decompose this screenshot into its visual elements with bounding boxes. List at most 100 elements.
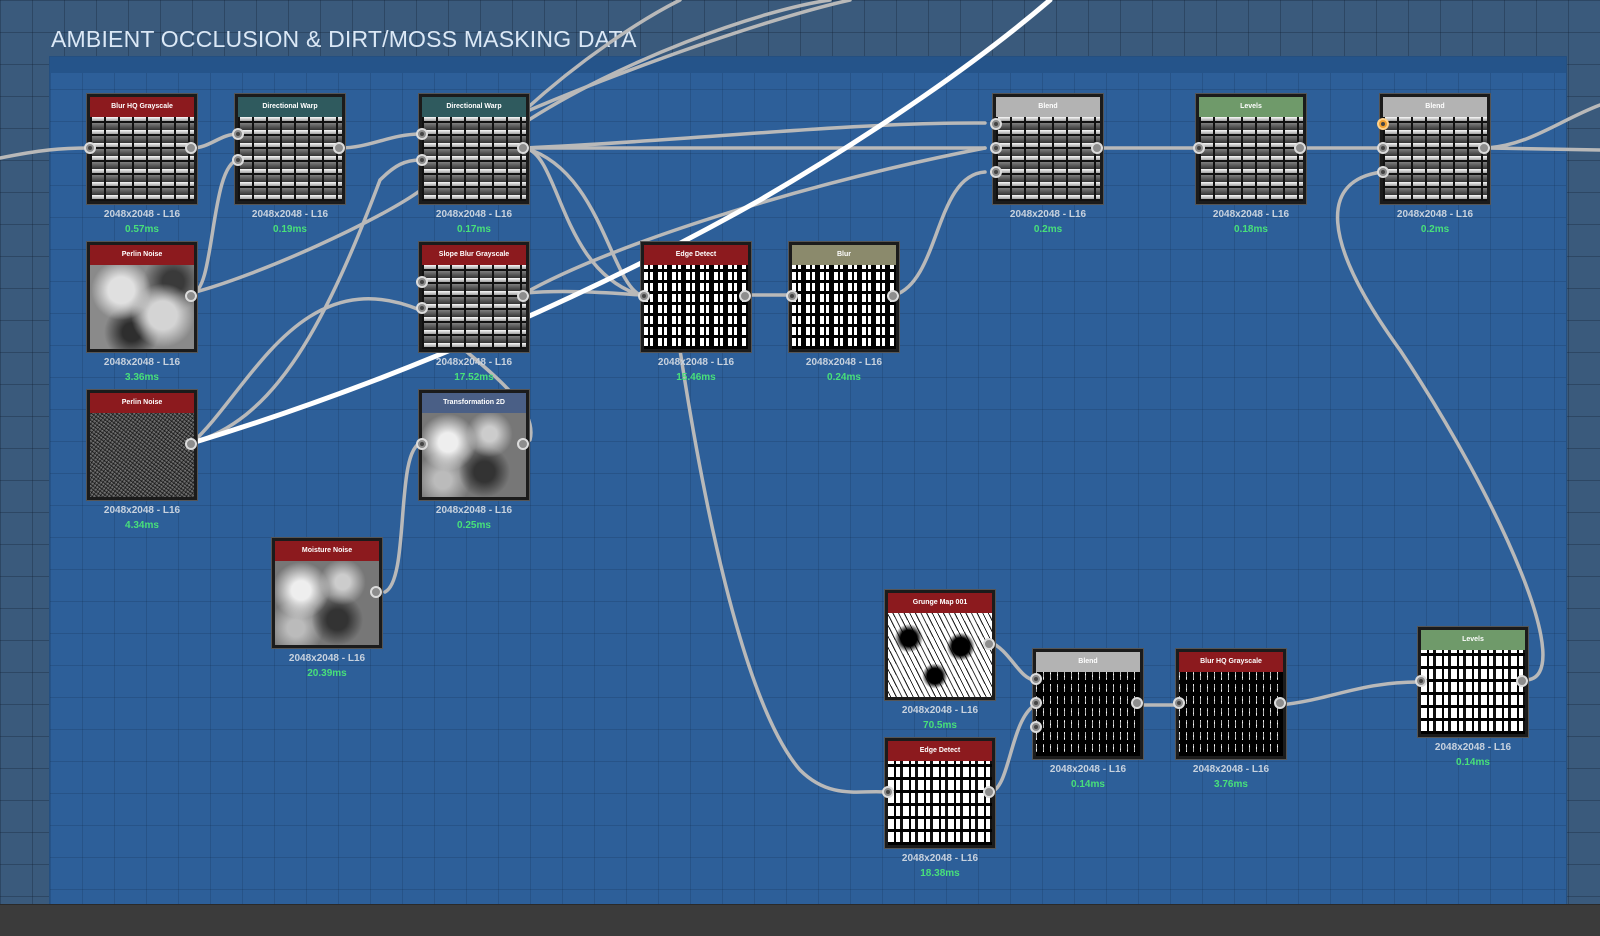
node-edge-detect[interactable]: Edge Detect 2048x2048 - L16 15.46ms (638, 242, 751, 383)
node-title: Levels (1199, 97, 1303, 117)
output-port[interactable] (333, 142, 345, 154)
node-thumbnail (1179, 672, 1283, 756)
node-resolution: 2048x2048 - L16 (435, 209, 513, 220)
output-port[interactable] (1478, 142, 1490, 154)
node-resolution: 2048x2048 - L16 (288, 653, 366, 664)
node-timing: 0.18ms (1234, 224, 1268, 235)
node-title: Moisture Noise (275, 541, 379, 561)
node-perlin-noise[interactable]: Perlin Noise 2048x2048 - L16 3.36ms (87, 242, 197, 383)
node-timing: 17.52ms (454, 372, 494, 383)
wire (988, 640, 1037, 682)
node-title: Blur (792, 245, 896, 265)
node-resolution: 2048x2048 - L16 (1049, 764, 1127, 775)
node-timing: 0.25ms (457, 520, 491, 531)
node-timing: 70.5ms (923, 720, 957, 731)
input-port[interactable] (1415, 675, 1427, 687)
node-thumbnail (422, 265, 526, 349)
wire (523, 146, 987, 295)
node-edge-detect[interactable]: Edge Detect 2048x2048 - L16 18.38ms (882, 738, 995, 879)
node-perlin-noise[interactable]: Perlin Noise 2048x2048 - L16 4.34ms (87, 390, 197, 531)
node-thumbnail (422, 413, 526, 497)
output-port[interactable] (185, 290, 197, 302)
input-port[interactable] (416, 154, 428, 166)
node-thumbnail (90, 265, 194, 349)
output-port[interactable] (185, 142, 197, 154)
output-port[interactable] (1294, 142, 1306, 154)
node-timing: 0.19ms (273, 224, 307, 235)
node-thumbnail (888, 761, 992, 845)
output-port[interactable] (517, 142, 529, 154)
input-port[interactable] (1030, 721, 1042, 733)
input-port[interactable] (1173, 697, 1185, 709)
input-port[interactable] (232, 154, 244, 166)
node-resolution: 2048x2048 - L16 (901, 853, 979, 864)
output-port[interactable] (517, 438, 529, 450)
input-port[interactable] (1193, 142, 1205, 154)
input-port[interactable] (84, 142, 96, 154)
node-title: Blend (1036, 652, 1140, 672)
input-port[interactable] (990, 118, 1002, 130)
wire (190, 132, 240, 150)
node-timing: 20.39ms (307, 668, 347, 679)
node-resolution: 2048x2048 - L16 (1009, 209, 1087, 220)
node-timing: 0.14ms (1456, 757, 1490, 768)
node-resolution: 2048x2048 - L16 (1396, 209, 1474, 220)
node-thumbnail (1036, 672, 1140, 756)
input-port[interactable] (882, 786, 894, 798)
output-port[interactable] (887, 290, 899, 302)
input-port[interactable] (416, 276, 428, 288)
node-timing: 4.34ms (125, 520, 159, 531)
input-port[interactable] (416, 438, 428, 450)
output-port[interactable] (517, 290, 529, 302)
output-port[interactable] (983, 786, 995, 798)
node-thumbnail (1199, 117, 1303, 201)
node-moisture-noise[interactable]: Moisture Noise 2048x2048 - L16 20.39ms (272, 538, 382, 679)
input-port[interactable] (990, 142, 1002, 154)
node-thumbnail (90, 117, 194, 201)
input-port[interactable] (416, 302, 428, 314)
node-thumbnail (238, 117, 342, 201)
node-directional-warp[interactable]: Directional Warp 2048x2048 - L16 0.17ms (416, 94, 529, 235)
node-grunge-map-001[interactable]: Grunge Map 001 2048x2048 - L16 70.5ms (885, 590, 995, 731)
wire (523, 121, 987, 150)
output-port[interactable] (1274, 697, 1286, 709)
node-directional-warp[interactable]: Directional Warp 2048x2048 - L16 0.19ms (232, 94, 345, 235)
node-title: Levels (1421, 630, 1525, 650)
input-port[interactable] (416, 128, 428, 140)
node-blend[interactable]: Blend 2048x2048 - L16 0.14ms (1030, 649, 1143, 790)
node-blend[interactable]: Blend 2048x2048 - L16 0.2ms (1377, 94, 1490, 235)
node-resolution: 2048x2048 - L16 (1434, 742, 1512, 753)
input-port[interactable] (1030, 697, 1042, 709)
input-port[interactable] (1377, 142, 1389, 154)
node-thumbnail (644, 265, 748, 349)
output-port[interactable] (185, 438, 197, 450)
node-blur[interactable]: Blur 2048x2048 - L16 0.24ms (786, 242, 899, 383)
node-resolution: 2048x2048 - L16 (1212, 209, 1290, 220)
node-blur-hq-grayscale[interactable]: Blur HQ Grayscale 2048x2048 - L16 0.57ms (84, 94, 197, 235)
node-slope-blur-grayscale[interactable]: Slope Blur Grayscale 2048x2048 - L16 17.… (416, 242, 529, 383)
output-port[interactable] (983, 638, 995, 650)
input-port[interactable] (232, 128, 244, 140)
wire (1335, 170, 1545, 682)
node-levels[interactable]: Levels 2048x2048 - L16 0.14ms (1415, 627, 1528, 768)
output-port[interactable] (1516, 675, 1528, 687)
wire (1485, 146, 1600, 152)
output-port[interactable] (370, 586, 382, 598)
node-thumbnail (275, 561, 379, 645)
output-port[interactable] (739, 290, 751, 302)
node-title: Blend (1383, 97, 1487, 117)
node-resolution: 2048x2048 - L16 (657, 357, 735, 368)
node-thumbnail (90, 413, 194, 497)
output-port[interactable] (1091, 142, 1103, 154)
node-blend[interactable]: Blend 2048x2048 - L16 0.2ms (990, 94, 1103, 235)
node-transformation-2d[interactable]: Transformation 2D 2048x2048 - L16 0.25ms (416, 390, 529, 531)
input-port[interactable] (990, 166, 1002, 178)
input-port[interactable] (1030, 673, 1042, 685)
input-port-active[interactable] (1377, 118, 1389, 130)
input-port[interactable] (1377, 166, 1389, 178)
input-port[interactable] (786, 290, 798, 302)
node-blur-hq-grayscale[interactable]: Blur HQ Grayscale 2048x2048 - L16 3.76ms (1173, 649, 1286, 790)
node-levels[interactable]: Levels 2048x2048 - L16 0.18ms (1193, 94, 1306, 235)
input-port[interactable] (638, 290, 650, 302)
output-port[interactable] (1131, 697, 1143, 709)
